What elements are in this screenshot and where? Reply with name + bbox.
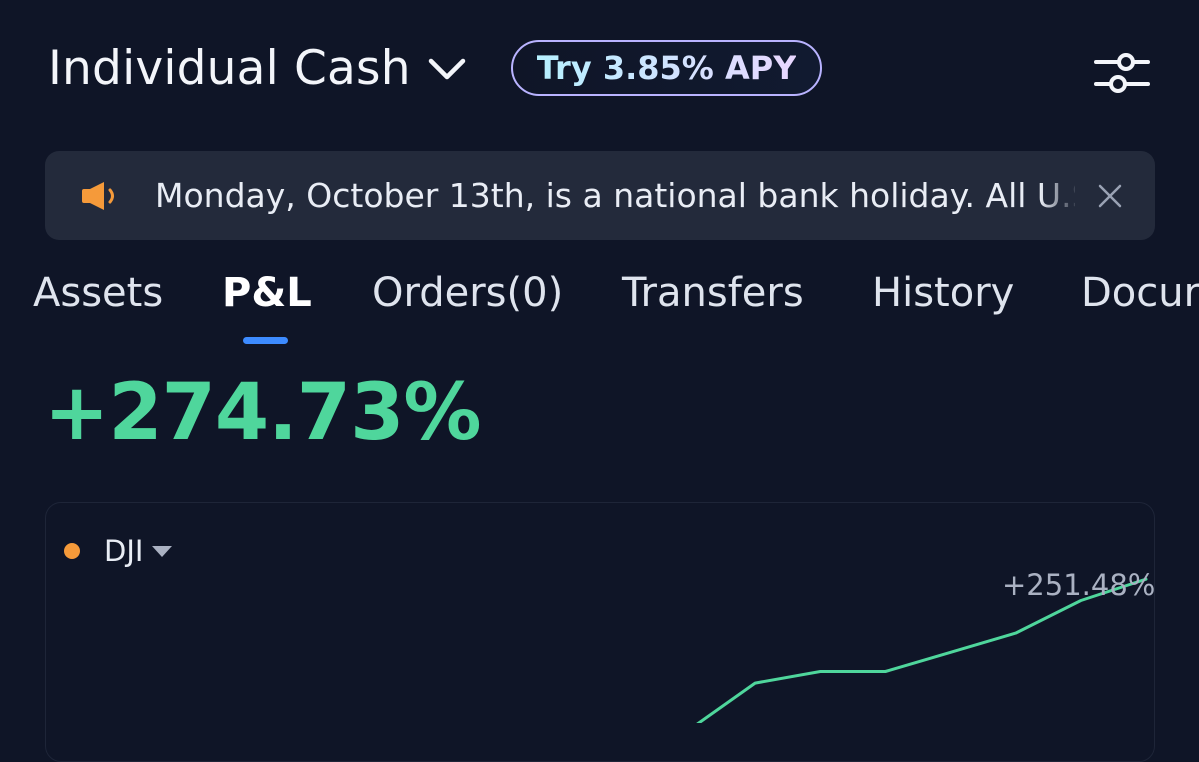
tab-transfers[interactable]: Transfers <box>622 270 804 316</box>
close-icon[interactable] <box>1096 182 1124 210</box>
notice-fade <box>1040 151 1080 240</box>
tab-orders[interactable]: Orders(0) <box>372 270 563 316</box>
chevron-down-icon[interactable] <box>427 57 467 83</box>
apy-promo-button[interactable]: Try 3.85% APY <box>510 40 823 96</box>
tab-documents[interactable]: Docur <box>1081 270 1199 316</box>
speaker-icon <box>82 182 114 210</box>
chart-end-value: +251.48% <box>1002 568 1156 602</box>
apy-promo-label: Try 3.85% APY <box>536 49 797 87</box>
benchmark-label[interactable]: DJI <box>104 534 143 568</box>
chart-card <box>45 502 1155 762</box>
tab-assets[interactable]: Assets <box>33 270 163 316</box>
account-title[interactable]: Individual Cash <box>48 41 411 96</box>
benchmark-dot <box>64 543 80 559</box>
tab-bar: Assets P&L Orders(0) Transfers History D… <box>0 270 1199 350</box>
caret-down-icon[interactable] <box>152 546 172 557</box>
notice-text-container: Monday, October 13th, is a national bank… <box>155 151 1075 240</box>
settings-sliders-icon[interactable] <box>1092 50 1152 98</box>
pl-percentage: +274.73% <box>44 368 482 458</box>
notice-text: Monday, October 13th, is a national bank… <box>155 176 1075 215</box>
tab-history[interactable]: History <box>872 270 1014 316</box>
active-tab-indicator <box>243 337 288 344</box>
header: Individual Cash Try 3.85% APY <box>48 40 823 96</box>
tab-pl[interactable]: P&L <box>222 270 312 316</box>
